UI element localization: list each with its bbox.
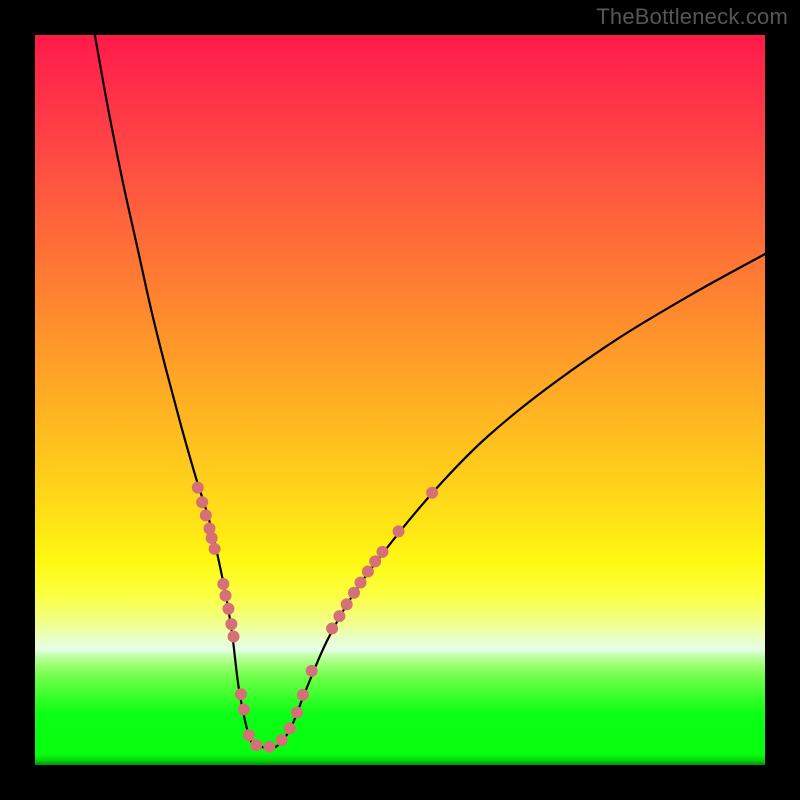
data-marker xyxy=(276,734,288,746)
watermark-label: TheBottleneck.com xyxy=(596,4,788,30)
data-marker xyxy=(426,487,438,499)
chart-frame: TheBottleneck.com xyxy=(0,0,800,800)
data-marker xyxy=(200,509,212,521)
data-marker xyxy=(225,618,237,630)
data-marker xyxy=(376,546,388,558)
data-marker xyxy=(284,723,296,735)
data-marker xyxy=(220,590,232,602)
data-marker xyxy=(348,587,360,599)
data-marker xyxy=(238,704,250,716)
data-marker xyxy=(291,706,303,718)
data-marker xyxy=(196,496,208,508)
data-marker xyxy=(206,532,218,544)
curve-layer xyxy=(35,35,765,765)
data-marker xyxy=(228,631,240,643)
data-marker xyxy=(209,543,221,555)
data-marker xyxy=(250,739,262,751)
data-marker xyxy=(306,665,318,677)
data-marker xyxy=(263,741,275,753)
data-marker xyxy=(235,688,247,700)
bottleneck-curve xyxy=(95,35,765,748)
data-marker xyxy=(297,689,309,701)
data-marker xyxy=(217,578,229,590)
data-marker xyxy=(369,555,381,567)
data-marker xyxy=(222,603,234,615)
data-marker xyxy=(362,566,374,578)
data-marker xyxy=(192,482,204,494)
plot-area xyxy=(35,35,765,765)
data-marker xyxy=(393,525,405,537)
data-marker xyxy=(326,622,338,634)
data-marker xyxy=(333,610,345,622)
data-marker xyxy=(243,729,255,741)
data-marker xyxy=(355,577,367,589)
data-marker xyxy=(341,598,353,610)
